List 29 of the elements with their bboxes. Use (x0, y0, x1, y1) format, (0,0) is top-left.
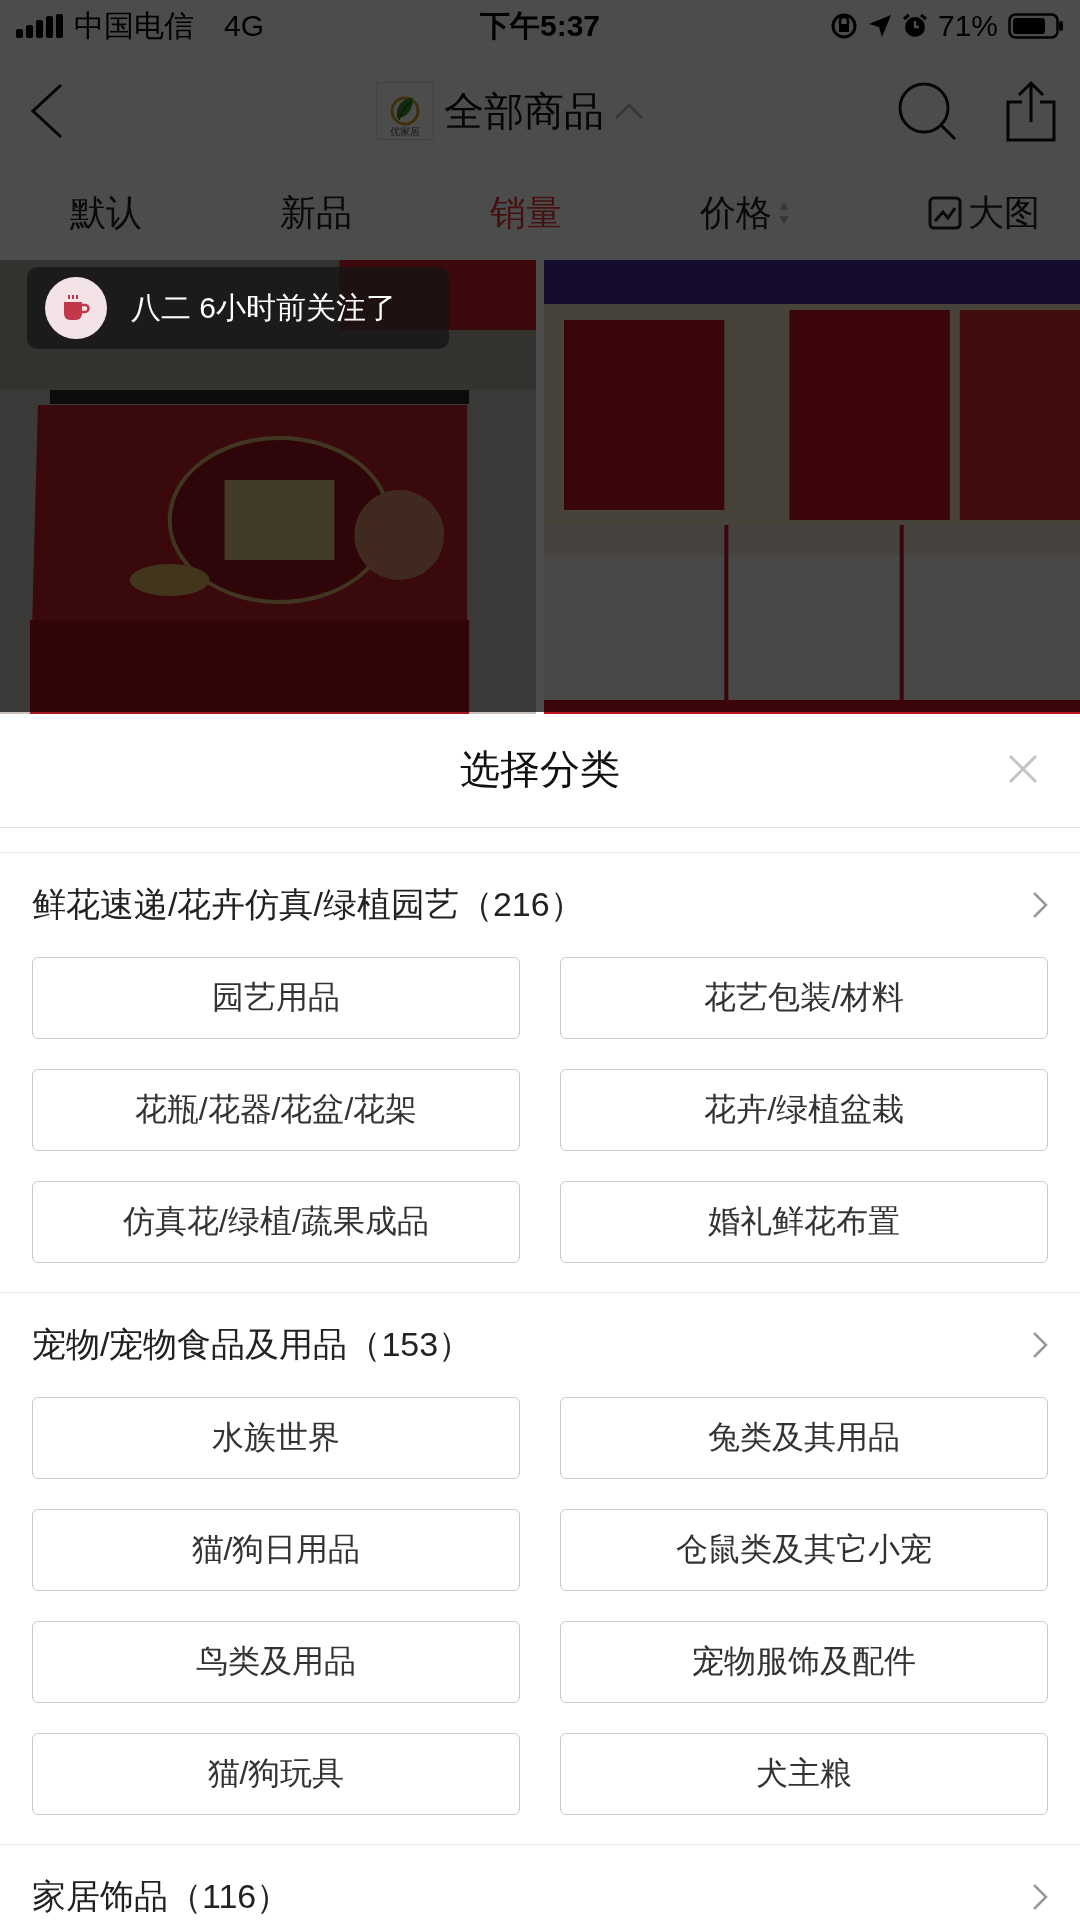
subcategory-button[interactable]: 园艺用品 (32, 957, 520, 1039)
category-heading[interactable]: 鲜花速递/花卉仿真/绿植园艺（216） (32, 882, 584, 928)
clock-time: 下午5:37 (480, 7, 601, 44)
subcategory-button[interactable]: 仿真花/绿植/蔬果成品 (32, 1181, 520, 1263)
subcategory-button[interactable]: 猫/狗日用品 (32, 1509, 520, 1591)
subcategory-button[interactable]: 猫/狗玩具 (32, 1733, 520, 1815)
backdrop-overlay[interactable] (0, 0, 1080, 712)
chevron-right-icon[interactable] (1032, 1883, 1048, 1911)
subcategory-button[interactable]: 兔类及其用品 (560, 1397, 1048, 1479)
carrier-name: 中国电信 (74, 7, 194, 44)
category-heading[interactable]: 家居饰品（116） (32, 1874, 291, 1920)
network-type: 4G (224, 9, 265, 43)
chevron-right-icon[interactable] (1032, 1331, 1048, 1359)
battery-percent: 71% (937, 9, 998, 43)
subcategory-button[interactable]: 花艺包装/材料 (560, 957, 1048, 1039)
toast-text: 八二 6小时前关注了 (131, 289, 397, 326)
sheet-title: 选择分类 (460, 746, 620, 793)
subcategory-button[interactable]: 花卉/绿植盆栽 (560, 1069, 1048, 1151)
subcategory-button[interactable]: 鸟类及用品 (32, 1621, 520, 1703)
subcategory-button[interactable]: 婚礼鲜花布置 (560, 1181, 1048, 1263)
chevron-right-icon[interactable] (1032, 891, 1048, 919)
category-heading[interactable]: 宠物/宠物食品及用品（153） (32, 1322, 473, 1368)
subcategory-button[interactable]: 水族世界 (32, 1397, 520, 1479)
subcategory-button[interactable]: 宠物服饰及配件 (560, 1621, 1048, 1703)
cup-icon (61, 294, 91, 322)
close-icon[interactable] (1008, 754, 1038, 784)
subcategory-button[interactable]: 犬主粮 (560, 1733, 1048, 1815)
subcategory-button[interactable]: 仓鼠类及其它小宠 (560, 1509, 1048, 1591)
subcategory-button[interactable]: 花瓶/花器/花盆/花架 (32, 1069, 520, 1151)
